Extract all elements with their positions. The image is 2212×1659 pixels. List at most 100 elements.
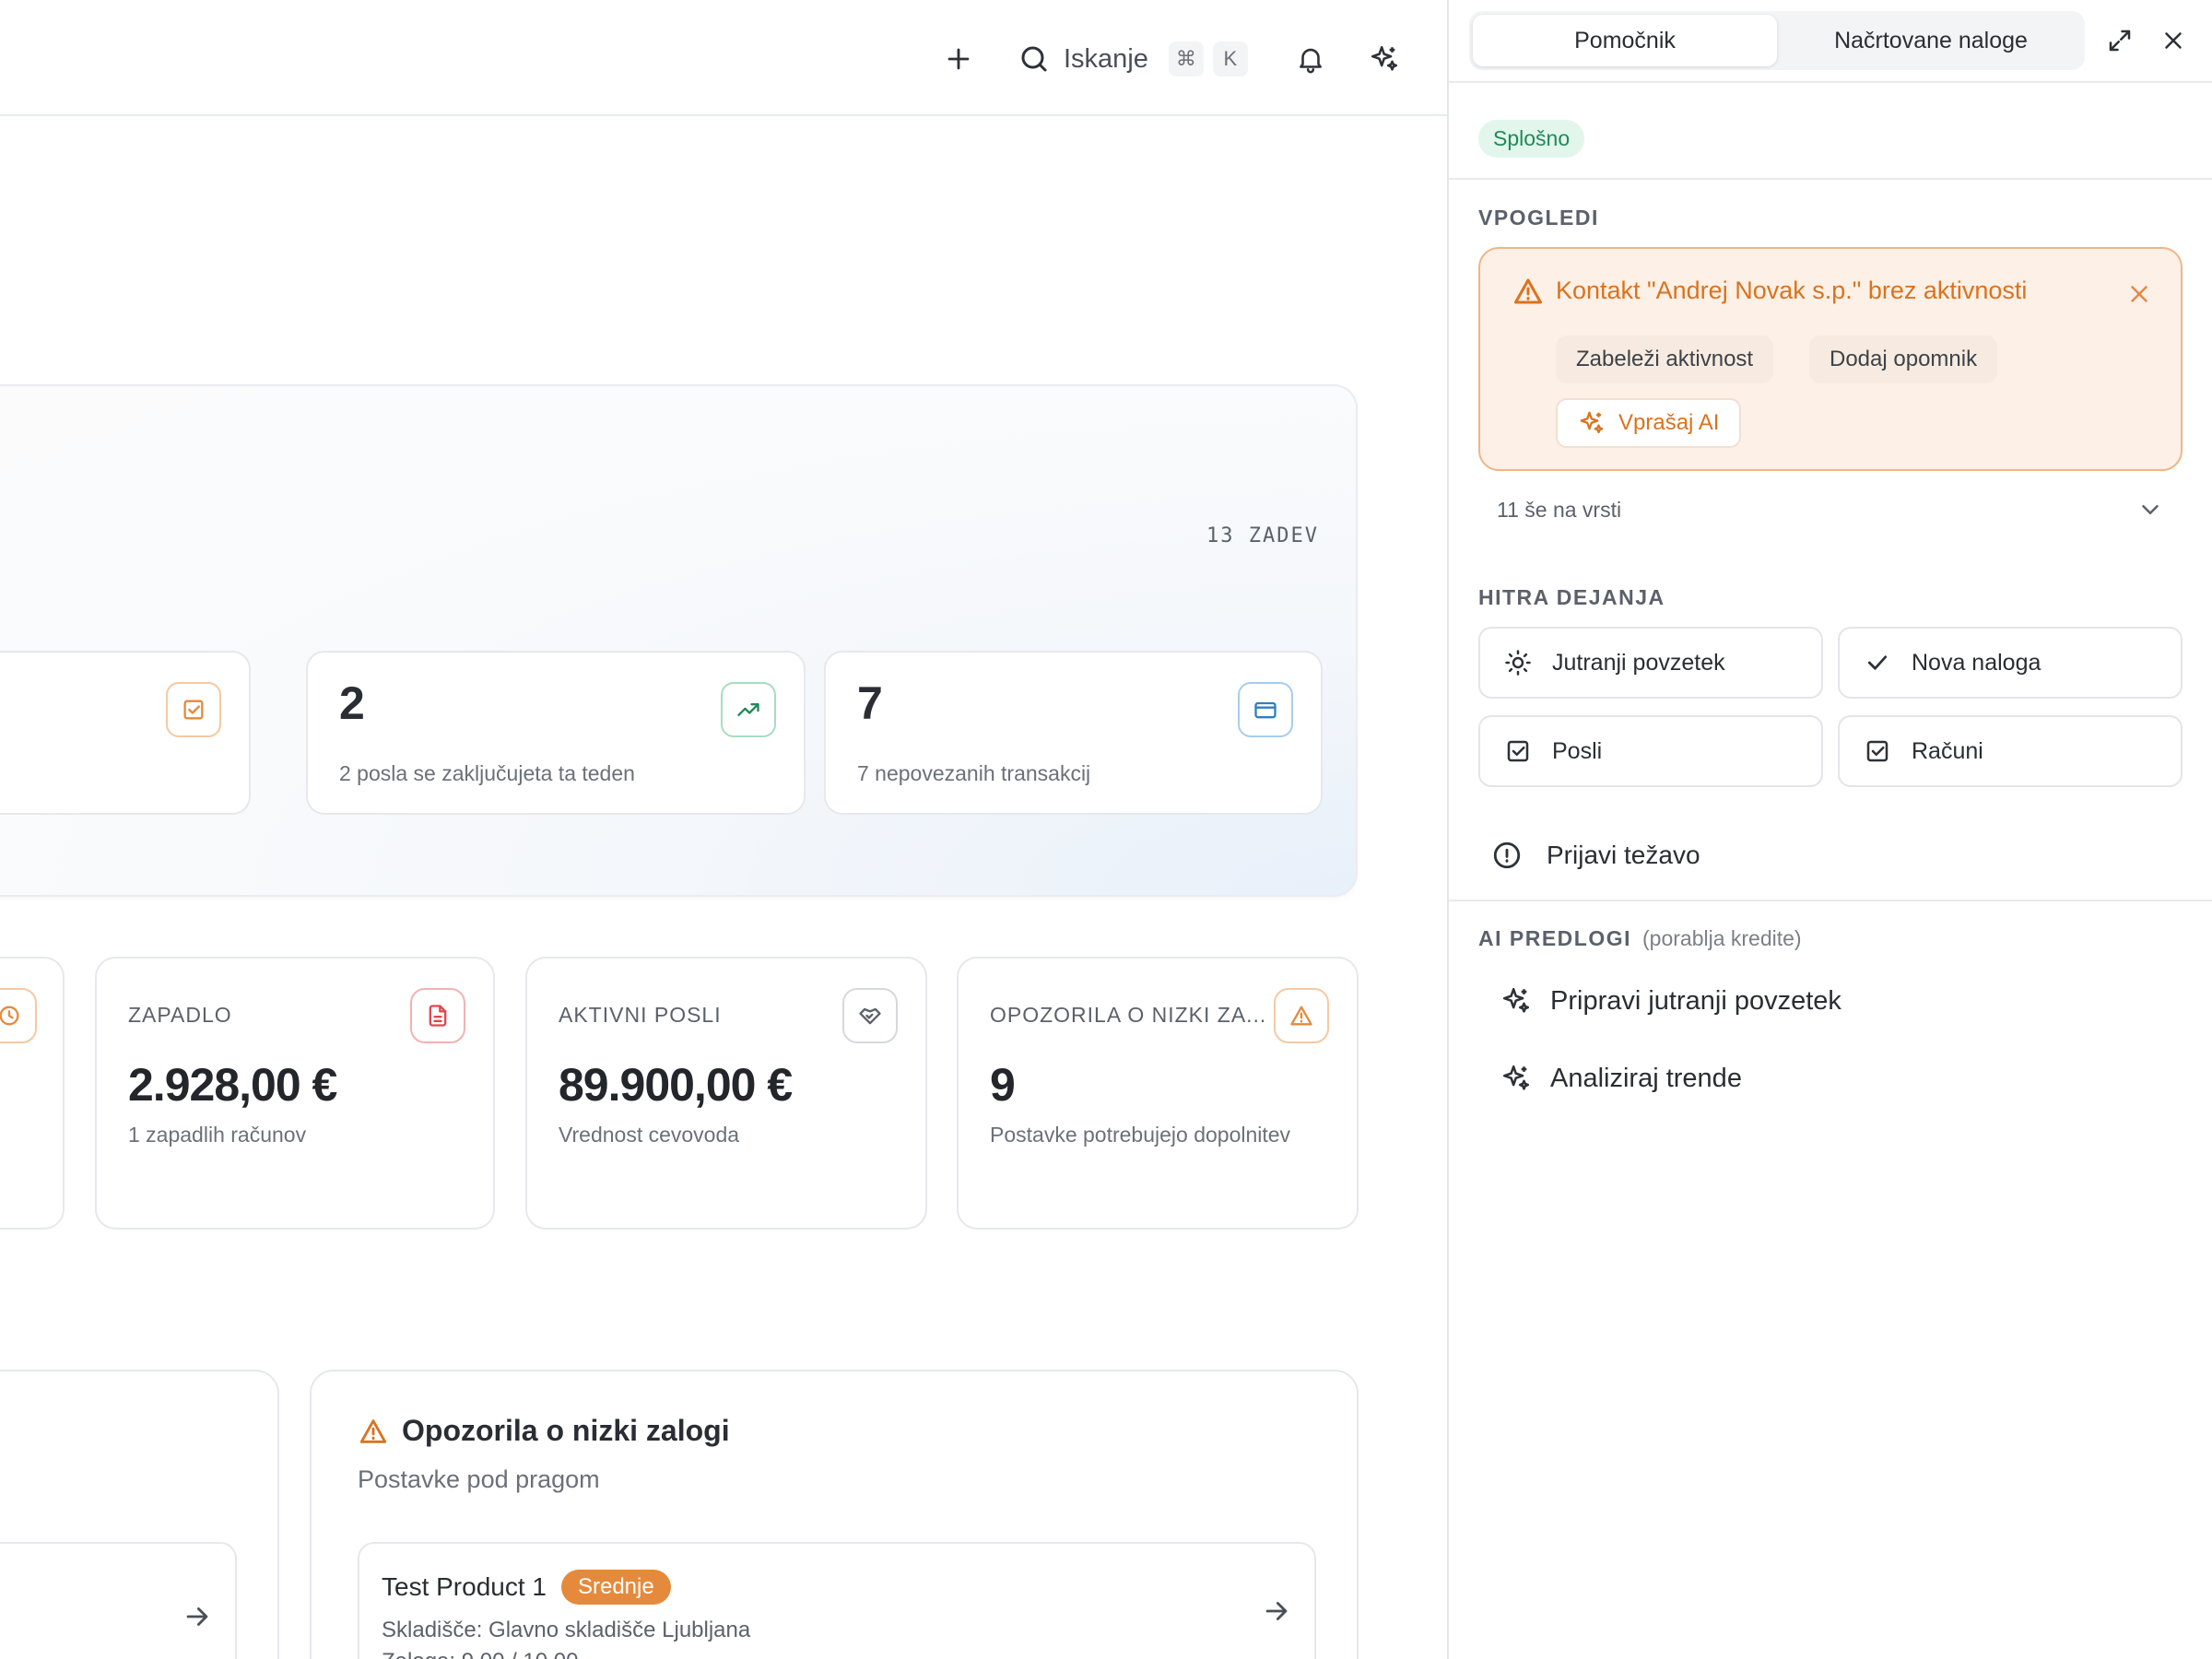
kpi-value: 89.900,00 € bbox=[559, 1059, 793, 1111]
quick-action-label: Računi bbox=[1912, 737, 1983, 764]
quick-action-morning-summary[interactable]: Jutranji povzetek bbox=[1478, 627, 1823, 699]
summary-item-value: 7 bbox=[857, 677, 883, 729]
credit-card-icon bbox=[1238, 682, 1293, 737]
ai-suggestion-analyze-trends[interactable]: Analiziraj trende bbox=[1500, 1056, 1742, 1100]
tab-assistant[interactable]: Pomočnik bbox=[1473, 15, 1777, 66]
checkbox-icon bbox=[166, 682, 221, 737]
tab-scheduled-tasks[interactable]: Načrtovane naloge bbox=[1781, 15, 2081, 66]
sparkles-icon bbox=[1502, 987, 1530, 1013]
kpi-card-partial[interactable] bbox=[0, 957, 65, 1230]
kpi-value: 2.928,00 € bbox=[128, 1059, 337, 1111]
shortcut-k-key: K bbox=[1212, 41, 1248, 76]
quick-action-new-task[interactable]: Nova naloga bbox=[1838, 627, 2183, 699]
panel-tabs: Pomočnik Načrtovane naloge bbox=[1469, 11, 2085, 70]
kpi-subtitle: Postavke potrebujejo dopolnitev bbox=[990, 1123, 1291, 1147]
expand-button[interactable] bbox=[2100, 20, 2140, 61]
clock-icon bbox=[0, 988, 37, 1043]
shortcut-cmd-key: ⌘ bbox=[1168, 41, 1204, 76]
summary-card: 13 ZADEV s 2 2 posla se zaključujeta ta … bbox=[0, 384, 1358, 897]
low-stock-card: Opozorila o nizki zalogi Postavke pod pr… bbox=[310, 1370, 1359, 1659]
product-name: Test Product 1 bbox=[382, 1572, 547, 1601]
divider bbox=[1449, 900, 2212, 901]
queue-text: 11 še na vrsti bbox=[1497, 498, 1622, 522]
case-count: 13 ZADEV bbox=[1206, 524, 1319, 547]
quick-action-label: Posli bbox=[1552, 737, 1603, 764]
divider bbox=[1449, 178, 2212, 180]
ask-ai-button[interactable]: Vprašaj AI bbox=[1556, 398, 1742, 448]
bell-icon bbox=[1300, 48, 1322, 74]
warning-icon bbox=[1514, 278, 1542, 304]
ai-assistant-button[interactable] bbox=[1362, 37, 1406, 81]
search-button[interactable]: Iskanje ⌘ K bbox=[1018, 37, 1248, 81]
add-reminder-button[interactable]: Dodaj opomnik bbox=[1809, 335, 1998, 383]
chevron-down-icon[interactable] bbox=[2136, 496, 2164, 524]
close-panel-button[interactable] bbox=[2153, 20, 2194, 61]
insights-section-title: VPOGLEDI bbox=[1478, 206, 1599, 229]
search-icon bbox=[1021, 46, 1047, 72]
kpi-label: AKTIVNI POSLI bbox=[559, 1003, 722, 1027]
kpi-subtitle: Vrednost cevovoda bbox=[559, 1123, 740, 1147]
ask-ai-label: Vprašaj AI bbox=[1618, 410, 1720, 435]
summary-item-subtitle: 2 posla se zaključujeta ta teden bbox=[339, 761, 635, 785]
quick-action-invoices[interactable]: Računi bbox=[1838, 715, 2183, 787]
summary-item-value: 2 bbox=[339, 677, 365, 729]
sun-icon bbox=[1505, 650, 1531, 676]
insight-card: Kontakt "Andrej Novak s.p." brez aktivno… bbox=[1478, 247, 2183, 471]
summary-item-deals[interactable]: 2 2 posla se zaključujeta ta teden bbox=[306, 651, 806, 815]
sparkles-icon bbox=[1502, 1065, 1530, 1090]
product-stock-level: Zaloga: 9,00 / 10,00 bbox=[382, 1649, 579, 1659]
context-pill[interactable]: Splošno bbox=[1478, 120, 1585, 158]
ai-suggestion-label: Analiziraj trende bbox=[1550, 1063, 1742, 1093]
check-icon bbox=[1867, 655, 1888, 670]
assistant-panel: Pomočnik Načrtovane naloge Splošno VPOGL… bbox=[1447, 0, 2212, 1659]
divider bbox=[1449, 81, 2212, 83]
expand-icon bbox=[2109, 29, 2131, 52]
ai-suggestion-morning-summary[interactable]: Pripravi jutranji povzetek bbox=[1500, 979, 1841, 1023]
warning-icon bbox=[1274, 988, 1329, 1043]
main-content: Iskanje ⌘ K 13 ZADEV s 2 2 posla se zakl… bbox=[0, 0, 1447, 1659]
alert-circle-icon bbox=[1493, 841, 1521, 869]
arrow-right-icon bbox=[1265, 1602, 1288, 1620]
quick-action-deals[interactable]: Posli bbox=[1478, 715, 1823, 787]
report-issue-label: Prijavi težavo bbox=[1547, 841, 1700, 869]
notifications-button[interactable] bbox=[1288, 37, 1333, 81]
dismiss-insight-button[interactable] bbox=[2125, 280, 2153, 308]
ai-suggestions-title: AI PREDLOGI (porablja kredite) bbox=[1478, 926, 1802, 951]
kpi-label: OPOZORILA O NIZKI ZA... bbox=[990, 1003, 1267, 1027]
report-issue-button[interactable]: Prijavi težavo bbox=[1491, 833, 1700, 877]
severity-badge: Srednje bbox=[560, 1570, 671, 1605]
summary-item-subtitle: 7 nepovezanih transakcij bbox=[857, 761, 1091, 785]
sparkles-icon bbox=[1371, 45, 1398, 71]
kpi-card-low-stock[interactable]: OPOZORILA O NIZKI ZA... 9 Postavke potre… bbox=[957, 957, 1359, 1230]
warning-icon bbox=[359, 1418, 387, 1443]
ai-suggestions-note: (porablja kredite) bbox=[1642, 926, 1802, 950]
close-icon bbox=[2165, 32, 2182, 49]
trending-up-icon bbox=[721, 682, 776, 737]
document-icon bbox=[410, 988, 465, 1043]
top-bar: Iskanje ⌘ K bbox=[0, 0, 1447, 116]
log-activity-button[interactable]: Zabeleži aktivnost bbox=[1556, 335, 1774, 383]
kpi-card-active-deals[interactable]: AKTIVNI POSLI 89.900,00 € Vrednost cevov… bbox=[525, 957, 927, 1230]
kpi-subtitle: 1 zapadlih računov bbox=[128, 1123, 307, 1147]
summary-item-tasks[interactable]: s bbox=[0, 651, 251, 815]
quick-action-label: Nova naloga bbox=[1912, 649, 2041, 676]
kpi-card-overdue[interactable]: ZAPADLO 2.928,00 € 1 zapadlih računov bbox=[95, 957, 495, 1230]
low-stock-subtitle: Postavke pod pragom bbox=[358, 1465, 600, 1493]
kpi-label: ZAPADLO bbox=[128, 1003, 232, 1027]
product-warehouse: Skladišče: Glavno skladišče Ljubljana bbox=[382, 1618, 751, 1642]
product-name-row: Test Product 1 Srednje bbox=[382, 1570, 671, 1605]
search-label: Iskanje bbox=[1064, 43, 1148, 74]
checkbox-icon bbox=[1866, 740, 1888, 762]
checkbox-icon bbox=[1507, 740, 1529, 762]
quick-actions-title: HITRA DEJANJA bbox=[1478, 585, 1665, 609]
arrow-right-icon bbox=[186, 1607, 208, 1626]
ai-suggestions-heading: AI PREDLOGI bbox=[1478, 926, 1632, 950]
summary-item-transactions[interactable]: 7 7 nepovezanih transakcij bbox=[824, 651, 1323, 815]
plus-icon bbox=[947, 48, 970, 70]
add-button[interactable] bbox=[936, 37, 981, 81]
handshake-icon bbox=[842, 988, 898, 1043]
list-item[interactable] bbox=[0, 1542, 237, 1659]
bottom-card-partial bbox=[0, 1370, 279, 1659]
insight-title: Kontakt "Andrej Novak s.p." brez aktivno… bbox=[1556, 276, 2028, 304]
low-stock-item[interactable]: Test Product 1 Srednje Skladišče: Glavno… bbox=[358, 1542, 1316, 1659]
